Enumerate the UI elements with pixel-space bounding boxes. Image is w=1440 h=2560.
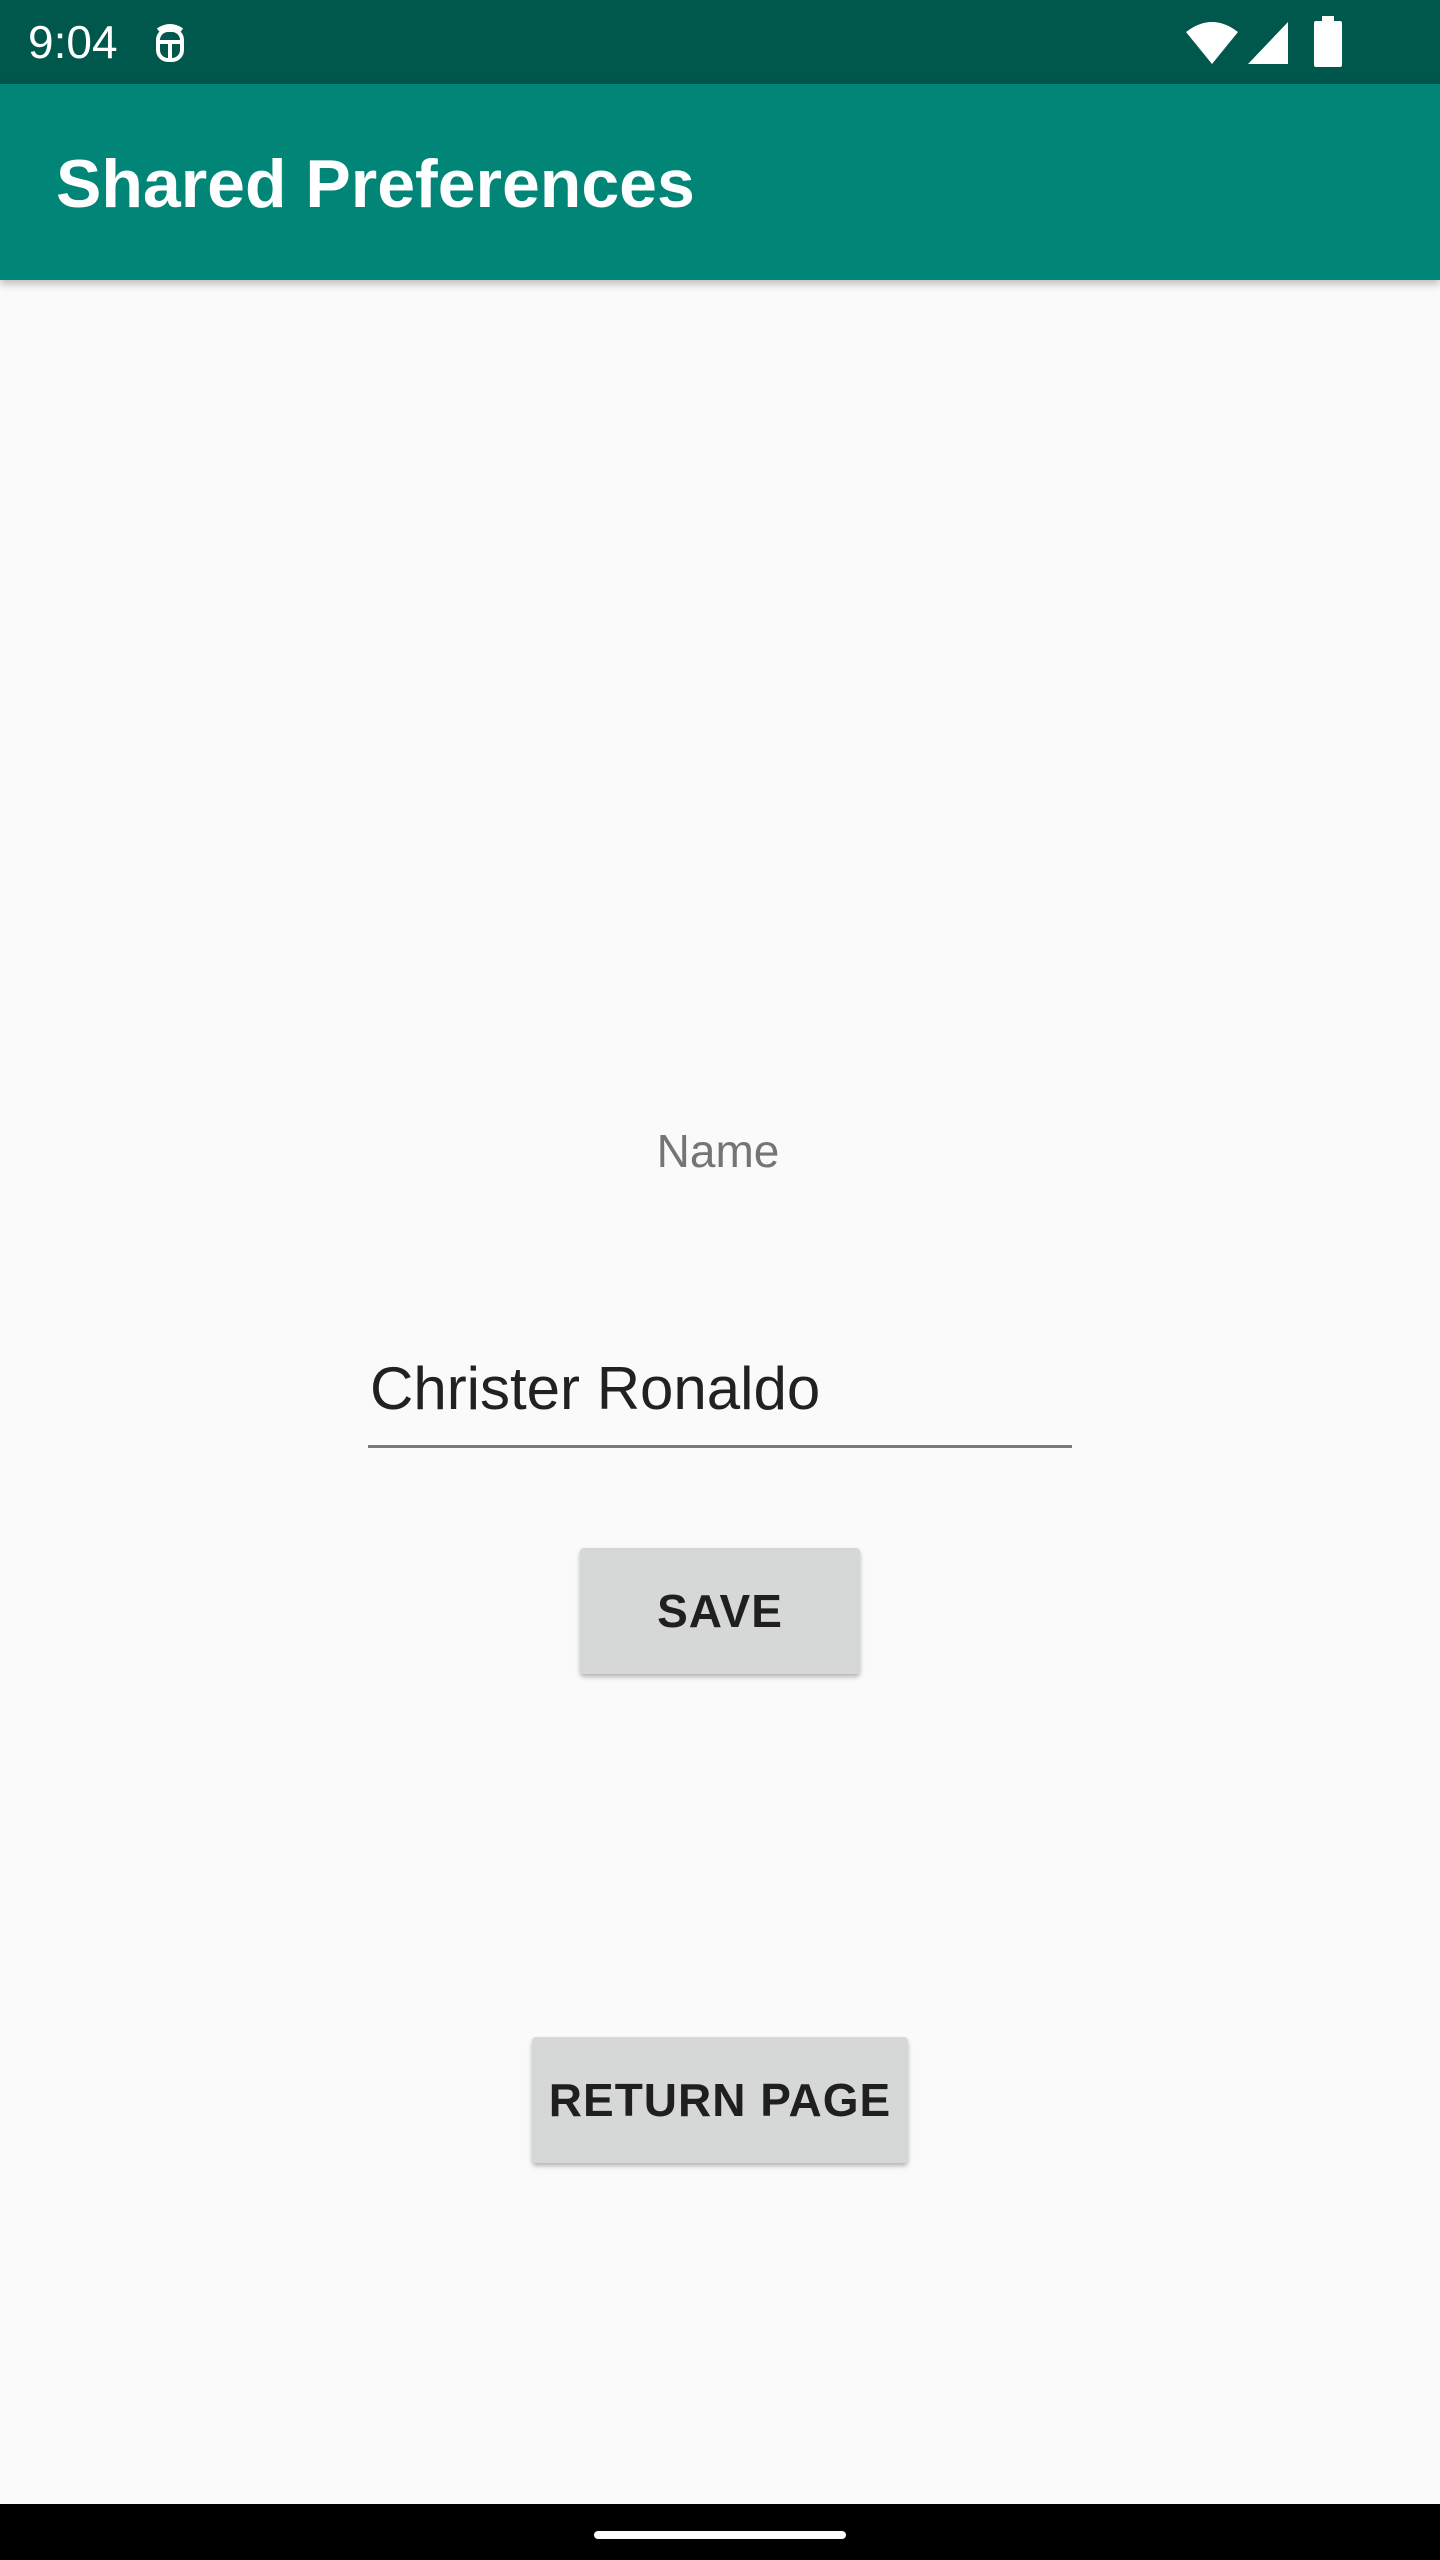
home-gesture-handle[interactable] bbox=[594, 2531, 846, 2539]
wifi-icon bbox=[1186, 22, 1238, 64]
signal-icon bbox=[1248, 22, 1288, 64]
app-screen: 9:04 Shared Preferences Name SAVE RETURN… bbox=[0, 0, 1440, 2560]
return-page-button[interactable]: RETURN PAGE bbox=[532, 2037, 908, 2163]
navigation-bar bbox=[0, 2504, 1440, 2560]
save-button[interactable]: SAVE bbox=[580, 1548, 860, 1674]
battery-icon bbox=[1314, 16, 1342, 67]
name-input[interactable] bbox=[368, 1340, 1072, 1448]
app-bar: Shared Preferences bbox=[0, 84, 1440, 280]
status-time: 9:04 bbox=[28, 16, 118, 68]
app-title: Shared Preferences bbox=[56, 146, 695, 222]
name-label: Name bbox=[656, 1125, 780, 1177]
notification-icon bbox=[156, 24, 184, 62]
status-bar: 9:04 bbox=[0, 0, 1440, 84]
